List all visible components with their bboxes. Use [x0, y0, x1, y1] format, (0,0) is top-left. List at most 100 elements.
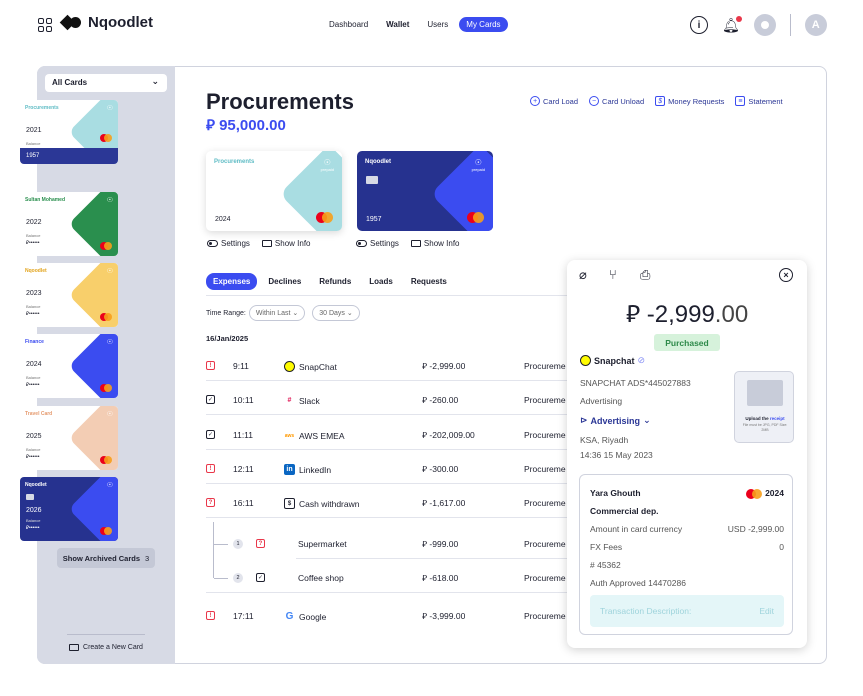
days-select[interactable]: 30 Days ⌄: [312, 305, 360, 321]
top-icons: i 🔔︎ A: [690, 14, 827, 36]
mastercard-icon: [100, 134, 112, 142]
row-divider: [206, 449, 576, 450]
show-info-label: Show Info: [274, 239, 311, 248]
chip-icon: [26, 494, 34, 500]
date-group-label: 16/Jan/2025: [206, 334, 249, 343]
card-name: Procurements: [214, 159, 255, 165]
sidebar-card-travel[interactable]: Travel Card ☉ 2025 Balance ⃁••••••: [20, 406, 118, 470]
card-balance-label: Balance: [26, 375, 41, 380]
account-avatar[interactable]: A: [804, 14, 827, 36]
card-visual-nqoodlet[interactable]: Nqoodlet ☉ prepaid 1957: [357, 151, 493, 231]
receipt-upload[interactable]: Upload the receipt File must be JPG, PDF…: [734, 371, 794, 443]
card-year: 2025: [26, 433, 42, 440]
sidebar-card-nqoodlet-dark[interactable]: Nqoodlet ☉ 2026 Balance ⃁••••••: [20, 477, 118, 541]
card-unload-button[interactable]: − Card Unload: [589, 96, 644, 106]
txn-merchant: in LinkedIn: [284, 464, 331, 475]
transaction-sub-row[interactable]: 2 ✓ Coffee shop ⃁ -618.00 Procureme: [206, 573, 576, 607]
merchant-name: AWS EMEA: [299, 430, 345, 441]
txn-amount: ⃁ -1,617.00: [422, 498, 466, 508]
detail-merchant[interactable]: Snapchat ⊘: [580, 355, 645, 366]
fx-value: 0: [779, 542, 784, 552]
transaction-row[interactable]: ✓ 10:11 # Slack ⃁ -260.00 Procureme: [206, 395, 576, 429]
close-icon[interactable]: ×: [779, 268, 793, 282]
card-currency-value: USD -2,999.00: [727, 524, 784, 534]
create-card-button[interactable]: Create a New Card: [67, 634, 145, 651]
prepaid-icon: ☉: [106, 339, 113, 346]
card-name: Nqoodlet: [365, 159, 391, 165]
transaction-description-field[interactable]: Transaction Description: Edit: [590, 595, 784, 627]
cards-filter-dropdown[interactable]: All Cards ⌄: [45, 74, 167, 92]
mastercard-icon: [746, 488, 763, 499]
sidebar-card-procurements[interactable]: Procurements ☉ 2021 Balance ⃁•••••• 1957: [20, 100, 118, 164]
receipt-link[interactable]: receipt: [770, 416, 785, 421]
tab-loads[interactable]: Loads: [362, 273, 400, 290]
nav-users[interactable]: Users: [420, 17, 455, 32]
prepaid-label: prepaid: [471, 167, 485, 172]
merchant-name: Cash withdrawn: [299, 498, 360, 509]
apps-grid-icon[interactable]: [38, 18, 52, 32]
tab-refunds[interactable]: Refunds: [312, 273, 358, 290]
card-load-button[interactable]: + Card Load: [530, 96, 578, 106]
txn-merchant: $ Cash withdrawn: [284, 498, 359, 509]
txn-merchant: SnapChat: [284, 361, 337, 372]
card-visual-procurements[interactable]: Procurements ☉ prepaid 2024: [206, 151, 342, 231]
tab-requests[interactable]: Requests: [404, 273, 454, 290]
txn-amount: ⃁ -300.00: [422, 464, 459, 474]
card-name: Nqoodlet: [25, 268, 47, 274]
fx-label: FX Fees: [590, 542, 623, 552]
brand-logo[interactable]: Nqoodlet: [62, 14, 153, 31]
card2-show-info-button[interactable]: Show Info: [410, 239, 459, 248]
settings-label: Settings: [221, 239, 250, 248]
info-icon[interactable]: i: [690, 16, 708, 34]
tab-declines[interactable]: Declines: [261, 273, 308, 290]
edit-button[interactable]: Edit: [759, 606, 774, 616]
prepaid-icon: ☉: [106, 268, 113, 275]
transaction-row[interactable]: ! 9:11 SnapChat ⃁ -2,999.00 Procureme: [206, 361, 576, 395]
nav-my-cards[interactable]: My Cards: [459, 17, 508, 32]
sidebar-card-sultan-mohamed[interactable]: Sultan Mohamed ☉ 2022 Balance ⃁••••••: [20, 192, 118, 256]
nav-wallet[interactable]: Wallet: [379, 17, 416, 32]
txn-category: Procureme: [524, 464, 566, 474]
snapchat-icon: [580, 355, 591, 366]
settings-label: Settings: [370, 239, 399, 248]
attachment-icon[interactable]: ⌀: [579, 267, 587, 283]
description-placeholder: Transaction Description:: [600, 606, 692, 616]
money-requests-button[interactable]: $ Money Requests: [655, 96, 724, 106]
sidebar-card-nqoodlet[interactable]: Nqoodlet ☉ 2023 Balance ⃁••••••: [20, 263, 118, 327]
auth-code: Auth Approved 14470286: [590, 578, 686, 588]
status-badge: Purchased: [654, 334, 720, 351]
show-archived-button[interactable]: Show Archived Cards 3: [57, 548, 155, 568]
time-range-label: Time Range:: [206, 309, 246, 317]
question-icon: ?: [256, 539, 265, 548]
print-icon[interactable]: ⎙: [640, 267, 650, 283]
sidebar-card-finance[interactable]: Finance ☉ 2024 Balance ⃁••••••: [20, 334, 118, 398]
time-range-select[interactable]: Within Last ⌄: [248, 305, 306, 321]
toggle-icon: [207, 240, 218, 247]
transaction-row[interactable]: ! 17:11 G Google ⃁ -3,999.00 Procureme: [206, 611, 576, 645]
txn-amount: ⃁ -3,999.00: [422, 611, 466, 621]
card-name: Procurements: [25, 105, 59, 111]
card1-show-info-button[interactable]: Show Info: [261, 239, 311, 248]
category-select[interactable]: ⊳ Advertising ⌄: [580, 415, 651, 426]
toggle-icon: [356, 240, 367, 247]
card-name: Travel Card: [25, 411, 53, 417]
nav-dashboard[interactable]: Dashboard: [322, 17, 375, 32]
transaction-row[interactable]: ! 12:11 in LinkedIn ⃁ -300.00 Procureme: [206, 464, 576, 498]
card2-settings-button[interactable]: Settings: [356, 239, 399, 248]
bell-icon[interactable]: 🔔︎: [722, 15, 742, 34]
card1-settings-button[interactable]: Settings: [207, 239, 250, 248]
split-icon[interactable]: ⑂: [609, 267, 617, 282]
tab-expenses[interactable]: Expenses: [206, 273, 258, 290]
check-icon: ✓: [256, 573, 265, 582]
transaction-sub-row[interactable]: 1 ? Supermarket ⃁ -999.00 Procureme: [206, 539, 576, 573]
user-avatar[interactable]: [753, 14, 776, 36]
divider: [789, 14, 791, 36]
detail-amount: ⃁ -2,999.00: [567, 298, 807, 329]
brand-name: Nqoodlet: [88, 14, 153, 31]
transaction-row[interactable]: ✓ 11:11 aws AWS EMEA ⃁ -202,009.00 Procur…: [206, 430, 576, 464]
txn-merchant: # Slack: [284, 395, 320, 406]
page-title: Procurements: [206, 89, 354, 114]
statement-button[interactable]: ≡ Statement: [735, 96, 783, 106]
transaction-row[interactable]: ? 16:11 $ Cash withdrawn ⃁ -1,617.00 Proc…: [206, 498, 576, 532]
chip-icon: [366, 176, 378, 184]
